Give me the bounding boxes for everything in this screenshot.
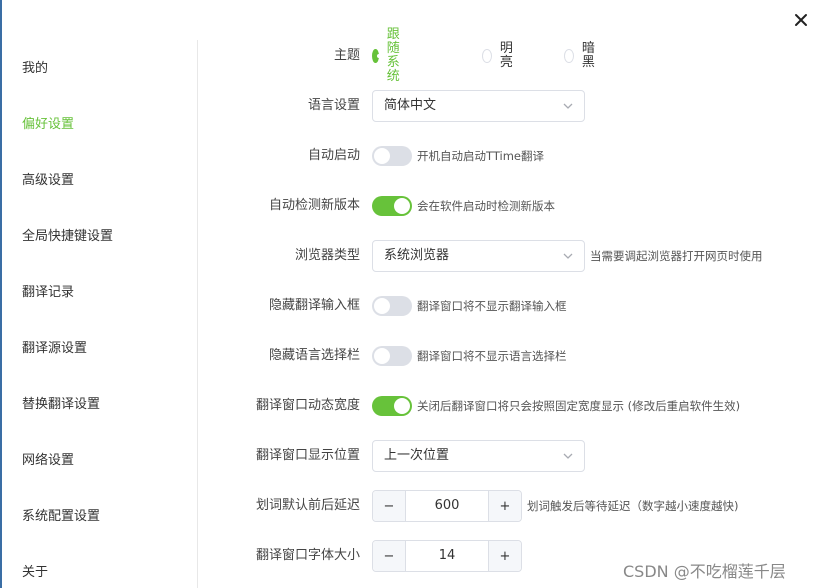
- switch-knob: [374, 148, 390, 164]
- theme-option-dark[interactable]: 暗黑: [564, 42, 599, 70]
- hide-lang-bar-hint: 翻译窗口将不显示语言选择栏: [417, 349, 567, 363]
- chevron-down-icon: [563, 453, 573, 459]
- minus-icon: −: [383, 548, 395, 564]
- dynamic-width-hint: 关闭后翻译窗口将只会按照固定宽度显示 (修改后重启软件生效): [417, 399, 741, 413]
- theme-option-label: 暗黑: [581, 41, 595, 70]
- theme-option-system[interactable]: 跟随系统: [372, 28, 407, 84]
- sidebar-item-sources[interactable]: 翻译源设置: [22, 340, 87, 358]
- language-select[interactable]: 简体中文: [372, 90, 585, 122]
- update-check-switch[interactable]: [372, 196, 412, 216]
- sidebar-item-preferences[interactable]: 偏好设置: [22, 116, 74, 134]
- chevron-down-icon: [563, 103, 573, 109]
- sidebar-item-advanced[interactable]: 高级设置: [22, 172, 74, 190]
- sidebar-item-system[interactable]: 系统配置设置: [22, 508, 100, 526]
- window-position-select[interactable]: 上一次位置: [372, 440, 585, 472]
- switch-knob: [374, 298, 390, 314]
- hide-lang-bar-label: 隐藏语言选择栏: [268, 348, 360, 363]
- font-size-stepper: − 14 +: [372, 540, 522, 572]
- sidebar-item-about[interactable]: 关于: [22, 564, 48, 582]
- select-delay-stepper: − 600 +: [372, 490, 522, 522]
- hide-input-label: 隐藏翻译输入框: [268, 298, 360, 313]
- font-size-decrement-button[interactable]: −: [373, 541, 406, 571]
- hide-input-hint: 翻译窗口将不显示翻译输入框: [417, 299, 567, 313]
- radio-dot: [564, 49, 574, 63]
- select-delay-decrement-button[interactable]: −: [373, 491, 406, 521]
- select-delay-label: 划词默认前后延迟: [255, 498, 360, 513]
- select-delay-hint: 划词触发后等待延迟（数字越小速度越快): [527, 499, 739, 513]
- browser-hint: 当需要调起浏览器打开网页时使用: [590, 249, 763, 263]
- theme-option-label: 跟随系统: [386, 27, 400, 84]
- font-size-label: 翻译窗口字体大小: [255, 548, 360, 563]
- sidebar-item-mine[interactable]: 我的: [22, 60, 48, 78]
- hide-lang-bar-row: 隐藏语言选择栏 翻译窗口将不显示语言选择栏: [199, 340, 829, 372]
- select-delay-increment-button[interactable]: +: [488, 491, 521, 521]
- select-delay-row: 划词默认前后延迟 − 600 + 划词触发后等待延迟（数字越小速度越快): [199, 490, 829, 522]
- watermark-text: CSDN @不吃榴莲千层: [623, 562, 786, 581]
- plus-icon: +: [499, 498, 511, 514]
- update-check-label: 自动检测新版本: [268, 198, 360, 213]
- update-check-hint: 会在软件启动时检测新版本: [417, 199, 555, 213]
- browser-select[interactable]: 系统浏览器: [372, 240, 585, 272]
- radio-dot: [482, 49, 492, 63]
- select-delay-input[interactable]: 600: [406, 491, 488, 521]
- language-label: 语言设置: [307, 98, 360, 113]
- language-select-value: 简体中文: [384, 98, 437, 113]
- hide-lang-bar-switch[interactable]: [372, 346, 412, 366]
- theme-option-light[interactable]: 明亮: [482, 42, 517, 70]
- browser-select-value: 系统浏览器: [384, 248, 450, 263]
- hide-input-switch[interactable]: [372, 296, 412, 316]
- chevron-down-icon: [563, 253, 573, 259]
- browser-row: 浏览器类型 系统浏览器 当需要调起浏览器打开网页时使用: [199, 240, 829, 272]
- browser-label: 浏览器类型: [294, 248, 360, 263]
- switch-knob: [394, 198, 410, 214]
- font-size-input[interactable]: 14: [406, 541, 488, 571]
- sidebar-item-history[interactable]: 翻译记录: [22, 284, 74, 302]
- autostart-hint: 开机自动启动TTime翻译: [417, 149, 544, 163]
- radio-dot: [372, 49, 381, 63]
- autostart-row: 自动启动 开机自动启动TTime翻译: [199, 140, 829, 172]
- sidebar-item-network[interactable]: 网络设置: [22, 452, 74, 470]
- language-row: 语言设置 简体中文: [199, 90, 829, 122]
- sidebar-item-shortcuts[interactable]: 全局快捷键设置: [22, 228, 113, 246]
- window-position-row: 翻译窗口显示位置 上一次位置: [199, 440, 829, 472]
- theme-label: 主题: [333, 48, 360, 63]
- window-position-select-value: 上一次位置: [384, 448, 450, 463]
- settings-sidebar: 我的 偏好设置 高级设置 全局快捷键设置 翻译记录 翻译源设置 替换翻译设置 网…: [2, 40, 198, 588]
- settings-panel: 主题 跟随系统 明亮 暗黑 语言设置 简体中文 自动启动 开机自动启动TTime…: [199, 0, 829, 588]
- theme-option-label: 明亮: [499, 41, 513, 70]
- autostart-switch[interactable]: [372, 146, 412, 166]
- dynamic-width-switch[interactable]: [372, 396, 412, 416]
- plus-icon: +: [499, 548, 511, 564]
- dynamic-width-label: 翻译窗口动态宽度: [255, 398, 360, 413]
- sidebar-item-replace[interactable]: 替换翻译设置: [22, 396, 100, 414]
- dynamic-width-row: 翻译窗口动态宽度 关闭后翻译窗口将只会按照固定宽度显示 (修改后重启软件生效): [199, 390, 829, 422]
- hide-input-row: 隐藏翻译输入框 翻译窗口将不显示翻译输入框: [199, 290, 829, 322]
- autostart-label: 自动启动: [307, 148, 360, 163]
- font-size-increment-button[interactable]: +: [488, 541, 521, 571]
- window-position-label: 翻译窗口显示位置: [255, 448, 360, 463]
- switch-knob: [394, 398, 410, 414]
- minus-icon: −: [383, 498, 395, 514]
- theme-row: 主题 跟随系统 明亮 暗黑: [199, 28, 829, 84]
- switch-knob: [374, 348, 390, 364]
- update-check-row: 自动检测新版本 会在软件启动时检测新版本: [199, 190, 829, 222]
